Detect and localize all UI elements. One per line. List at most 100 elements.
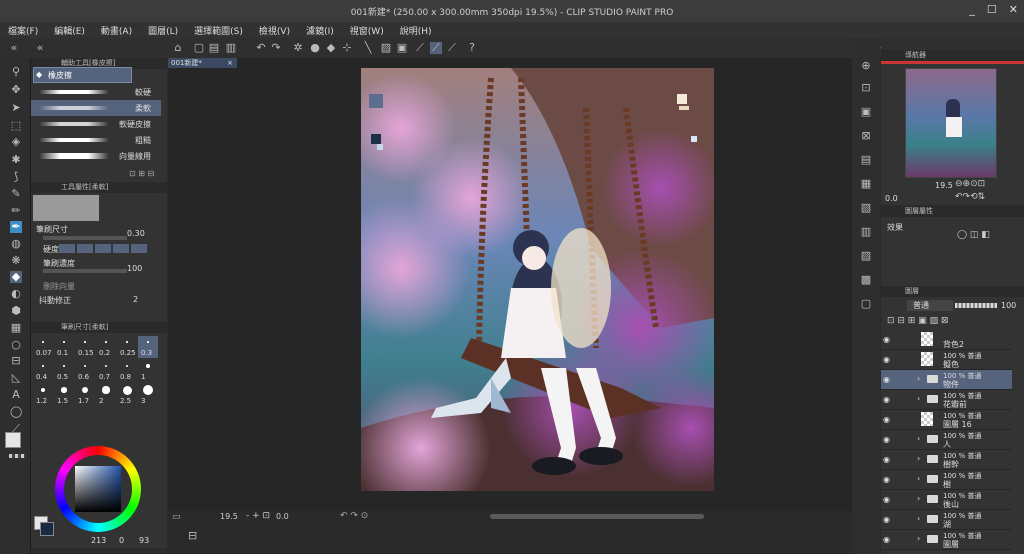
brush-size-cell[interactable]: 0.5 <box>54 360 74 382</box>
density-slider[interactable] <box>43 269 127 273</box>
minimize-button[interactable]: _ <box>969 3 975 16</box>
zoom-out-icon[interactable]: ▭ <box>172 512 181 522</box>
maximize-button[interactable]: ☐ <box>987 3 997 16</box>
gradient-tool-icon[interactable]: ▦ <box>10 322 22 334</box>
brush-size-cell[interactable]: 0.1 <box>54 336 74 358</box>
open-file-icon[interactable]: ▤ <box>208 42 220 54</box>
layer-row[interactable]: ◉ 100 % 普通 擬色 <box>881 350 1012 370</box>
menu-file[interactable]: 檔案(F) <box>0 24 46 37</box>
visibility-eye-icon[interactable]: ◉ <box>883 435 891 444</box>
collapse-left-icon[interactable]: « <box>8 42 20 54</box>
transform-icon[interactable]: ◆ <box>325 42 337 54</box>
zoom-tool-icon[interactable]: ⚲ <box>10 66 22 78</box>
document-tab[interactable]: 001新建* × <box>168 58 237 68</box>
expand-chevron-icon[interactable]: › <box>917 514 920 523</box>
snap-grid-icon[interactable]: ⟋ <box>446 42 458 54</box>
blend-tool-icon[interactable]: ◐ <box>10 288 22 300</box>
expand-chevron-icon[interactable]: › <box>917 474 920 483</box>
save-icon[interactable]: ▥ <box>225 42 237 54</box>
canvas-rotation-value[interactable]: 0.0 <box>276 512 289 521</box>
material-icon-4[interactable]: ▤ <box>860 154 872 166</box>
brush-size-cell[interactable]: 2 <box>96 384 116 406</box>
sub-color-chip[interactable] <box>40 522 54 536</box>
transparent-color-swatch[interactable] <box>9 454 25 458</box>
pencil-tool-icon[interactable]: ✏ <box>10 205 22 217</box>
settings-icon[interactable]: ✲ <box>292 42 304 54</box>
expand-chevron-icon[interactable]: › <box>917 374 920 383</box>
deselect-icon[interactable]: ▨ <box>380 42 392 54</box>
visibility-eye-icon[interactable]: ◉ <box>883 375 891 384</box>
stabilization-value[interactable]: 2 <box>133 295 138 304</box>
menu-window[interactable]: 視窗(W) <box>342 24 392 37</box>
snap-special-ruler-icon[interactable]: ⟋ <box>430 42 442 54</box>
brush-size-cell[interactable]: 0.15 <box>75 336 95 358</box>
expand-chevron-icon[interactable]: › <box>917 494 920 503</box>
material-icon-3[interactable]: ⊠ <box>860 130 872 142</box>
brush-size-cell[interactable]: 3 <box>138 384 158 406</box>
balloon-tool-icon[interactable]: ◯ <box>10 406 22 418</box>
rotate-buttons-icon[interactable]: ↶↷⟲⇅ <box>955 192 985 202</box>
brush-size-cell[interactable]: 1.2 <box>33 384 53 406</box>
menu-animation[interactable]: 動畫(A) <box>93 24 140 37</box>
visibility-eye-icon[interactable]: ◉ <box>883 455 891 464</box>
expand-chevron-icon[interactable]: › <box>917 434 920 443</box>
magic-wand-icon[interactable]: ✱ <box>10 154 22 166</box>
brush-size-value[interactable]: 0.30 <box>127 229 145 238</box>
material-icon-2[interactable]: ▣ <box>860 106 872 118</box>
selection-tool-icon[interactable]: ⬚ <box>10 120 22 132</box>
canvas-zoom-value[interactable]: 19.5 <box>220 512 238 521</box>
brush-size-slider[interactable] <box>43 236 127 240</box>
snap-ruler-icon[interactable]: ⟋ <box>414 42 426 54</box>
opacity-value[interactable]: 100 <box>1001 301 1016 310</box>
brush-item-soft[interactable]: 柔軟 <box>31 100 161 116</box>
main-color-swatch[interactable] <box>5 432 21 448</box>
material-icon[interactable]: ⊡ <box>860 82 872 94</box>
object-tool-icon[interactable]: ➤ <box>10 102 22 114</box>
visibility-eye-icon[interactable]: ◉ <box>883 495 891 504</box>
expand-chevron-icon[interactable]: › <box>917 454 920 463</box>
blend-mode-select[interactable]: 普通 <box>907 300 953 311</box>
material-icon-5[interactable]: ▦ <box>860 178 872 190</box>
brush-size-cell[interactable]: 2.5 <box>117 384 137 406</box>
material-icon-10[interactable]: ▢ <box>860 298 872 310</box>
brush-item-kneaded[interactable]: 軟硬皮擦 <box>31 116 161 132</box>
layer-row[interactable]: ◉ › 100 % 普通 樹幹 <box>881 450 1012 470</box>
zoom-buttons-icon[interactable]: ⊖⊕⊙⊡ <box>955 179 985 189</box>
brush-size-cell[interactable]: 0.2 <box>96 336 116 358</box>
figure-tool-icon[interactable]: ○ <box>10 339 22 351</box>
material-icon-6[interactable]: ▧ <box>860 202 872 214</box>
redo-icon[interactable]: ↷ <box>270 42 282 54</box>
layer-row[interactable]: ◉ › 100 % 普通 物件 <box>881 370 1012 390</box>
close-button[interactable]: ✕ <box>1009 3 1018 16</box>
move-tool-icon[interactable]: ✥ <box>10 84 22 96</box>
fill-tool-icon[interactable]: ⬢ <box>10 305 22 317</box>
layer-toolbar-icons[interactable]: ⊡ ⊟ ⊞ ▣ ▨ ⊠ <box>887 316 948 326</box>
navigator-thumbnail[interactable] <box>905 68 997 178</box>
saturation-square[interactable] <box>75 466 121 512</box>
frame-tool-icon[interactable]: ⊟ <box>10 355 22 367</box>
material-icon-8[interactable]: ▨ <box>860 250 872 262</box>
clear-icon[interactable]: ╲ <box>362 42 374 54</box>
pen-tool-icon[interactable]: ✎ <box>10 188 22 200</box>
density-value[interactable]: 100 <box>127 264 142 273</box>
search-palette-icon[interactable]: ⊕ <box>860 60 872 72</box>
menu-view[interactable]: 檢視(V) <box>251 24 298 37</box>
layer-row[interactable]: ◉ 背色2 <box>881 330 1012 350</box>
layer-row[interactable]: ◉ › 100 % 普通人 <box>881 430 1012 450</box>
brush-size-cell[interactable]: 0.7 <box>96 360 116 382</box>
expand-chevron-icon[interactable]: › <box>917 534 920 543</box>
brush-size-cell[interactable]: 0.4 <box>33 360 53 382</box>
brush-size-cell[interactable]: 1.7 <box>75 384 95 406</box>
brush-size-cell[interactable]: 1 <box>138 360 158 382</box>
brush-size-cell[interactable]: 0.8 <box>117 360 137 382</box>
layer-row[interactable]: ◉ › 100 % 普通 圖層 <box>881 530 1012 550</box>
opacity-slider[interactable] <box>955 303 997 308</box>
erase-vector-label[interactable]: 刪除向量 <box>43 281 75 292</box>
visibility-eye-icon[interactable]: ◉ <box>883 515 891 524</box>
ruler-tool-icon[interactable]: ◺ <box>10 372 22 384</box>
brush-item-hard[interactable]: 較硬 <box>31 84 161 100</box>
menu-help[interactable]: 說明(H) <box>392 24 440 37</box>
navigator-rotation[interactable]: 0.0 <box>885 194 898 203</box>
airbrush-icon[interactable]: ◍ <box>10 238 22 250</box>
undo-icon[interactable]: ↶ <box>255 42 267 54</box>
